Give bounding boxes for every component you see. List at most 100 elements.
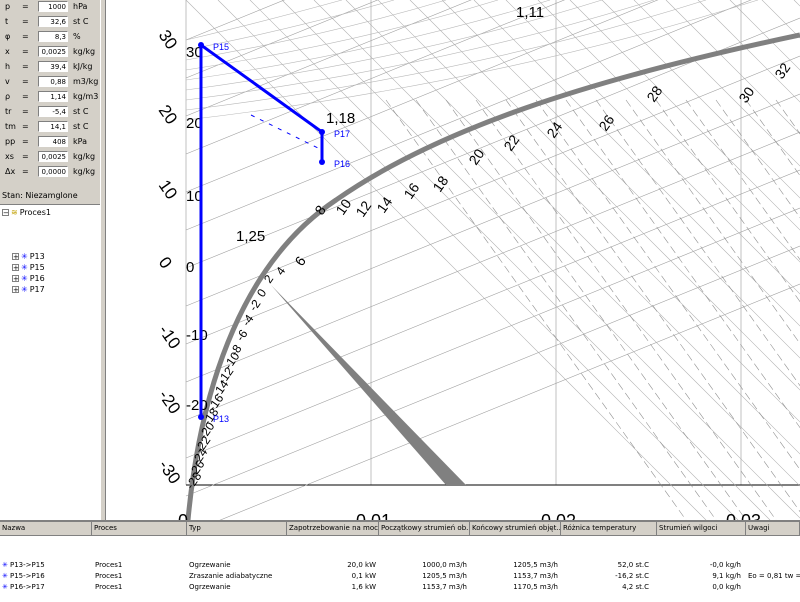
point-label: P16: [334, 159, 350, 169]
y-axis-tick-label: 0: [155, 253, 176, 272]
param-row-p: p = 1000 hPa: [0, 0, 100, 15]
equals-sign: =: [22, 47, 29, 56]
param-unit: %: [73, 32, 81, 41]
enthalpy-label: 20: [465, 146, 487, 168]
x-axis-tick-label: 0,02: [541, 511, 576, 520]
saturation-moisture-field[interactable]: 0,0025: [38, 151, 68, 162]
collapse-icon[interactable]: −: [2, 209, 9, 217]
expand-icon[interactable]: +: [12, 275, 19, 283]
y-axis-tick-label: -30: [155, 456, 185, 487]
point-marker: [198, 414, 204, 420]
specific-volume-field[interactable]: 0,88: [38, 76, 68, 87]
table-row[interactable]: ✳ P15->P16 Proces1 Zraszanie adiabatyczn…: [0, 571, 800, 582]
table-row[interactable]: ✳ P13->P15 Proces1 Ogrzewanie 20,0 kW 10…: [0, 560, 800, 571]
param-unit: kJ/kg: [73, 62, 93, 71]
y-inner-tick-label: 0: [186, 259, 194, 276]
equals-sign: =: [22, 122, 29, 131]
temperature-field[interactable]: 32,6: [38, 16, 68, 27]
pressure-spinbox[interactable]: 1000: [38, 1, 68, 12]
equals-sign: =: [22, 2, 29, 11]
tree-item-label: P15: [29, 263, 45, 272]
process-tree[interactable]: − ≋ Proces1 + ✳ P13 + ✳ P15 + ✳ P16 + ✳ P17: [0, 204, 100, 521]
param-row-rho: ρ = 1,14 kg/m3: [0, 90, 100, 105]
humidity-field[interactable]: 8,3: [38, 31, 68, 42]
param-row-v: v = 0,88 m3/kg: [0, 75, 100, 90]
param-row-phi: φ = 8,3 %: [0, 30, 100, 45]
column-header-poczatkowy[interactable]: Początkowy strumień ob...: [379, 522, 470, 536]
column-header-typ[interactable]: Typ: [187, 522, 287, 536]
param-unit: st C: [73, 122, 89, 131]
cell-koncowy: 1153,7 m3/h: [513, 572, 558, 580]
column-header-nazwa[interactable]: Nazwa: [0, 522, 92, 536]
expand-icon[interactable]: +: [12, 264, 19, 272]
cell-typ: Zraszanie adiabatyczne: [189, 572, 273, 580]
wet-bulb-line: [595, 99, 800, 387]
cell-wilgoc: -0,0 kg/h: [709, 561, 741, 569]
y-axis-tick-label: 20: [155, 101, 181, 127]
partial-pressure-field[interactable]: 408: [38, 136, 68, 147]
column-header-uwagi[interactable]: Uwagi: [746, 522, 800, 536]
enthalpy-label: 6: [291, 253, 309, 269]
param-symbol: x: [5, 47, 10, 56]
isotherm-line: [185, 0, 379, 79]
tree-item-p17[interactable]: + ✳ P17: [12, 285, 45, 294]
density-label: 1,18: [326, 110, 355, 127]
point-label: P13: [213, 414, 229, 424]
expand-icon[interactable]: +: [12, 253, 19, 261]
param-unit: m3/kg: [73, 77, 99, 86]
point-marker: [198, 42, 204, 48]
column-header-proces[interactable]: Proces: [92, 522, 187, 536]
column-header-moc[interactable]: Zapotrzebowanie na moc: [287, 522, 379, 536]
y-axis-tick-label: -20: [155, 386, 185, 417]
cell-poczatkowy: 1205,5 m3/h: [422, 572, 467, 580]
humidity-curve: [185, 0, 707, 111]
column-header-wilgoc[interactable]: Strumień wilgoci: [657, 522, 746, 536]
column-header-roznica[interactable]: Różnica temperatury: [561, 522, 657, 536]
tree-root-proces1[interactable]: − ≋ Proces1: [2, 208, 51, 217]
param-row-pp: pp = 408 kPa: [0, 135, 100, 150]
wet-bulb-line: [775, 99, 800, 135]
tree-item-p13[interactable]: + ✳ P13: [12, 252, 45, 261]
enthalpy-line: [473, 0, 800, 327]
enthalpy-label: 22: [500, 132, 522, 154]
equals-sign: =: [22, 107, 29, 116]
enthalpy-label: 30: [735, 84, 757, 106]
point-star-icon: ✳: [21, 252, 28, 261]
dew-point-field[interactable]: -5,4: [38, 106, 68, 117]
point-star-icon: ✳: [21, 285, 28, 294]
table-row[interactable]: ✳ P16->P17 Proces1 Ogrzewanie 1,6 kW 115…: [0, 582, 800, 593]
density-field[interactable]: 1,14: [38, 91, 68, 102]
point-star-icon: ✳: [21, 263, 28, 272]
cell-wilgoc: 9,1 kg/h: [712, 572, 741, 580]
cell-proces: Proces1: [95, 583, 123, 591]
param-row-t: t = 32,6 st C: [0, 15, 100, 30]
expand-icon[interactable]: +: [12, 286, 19, 294]
cell-nazwa: P16->P17: [10, 583, 45, 591]
tree-item-p15[interactable]: + ✳ P15: [12, 263, 45, 272]
mollier-chart[interactable]: 32 30 28 26 24 22 20 18 16 14 12 10 8 6 4 2 0 -2 -4 -6 -8 -10…: [106, 0, 800, 520]
point-marker: [319, 129, 325, 135]
humidity-curve: [185, 0, 551, 81]
density-label: 1,25: [236, 228, 265, 245]
mollier-diagram-svg[interactable]: 32302826242220181614121086420-2-4-6-8-10…: [106, 0, 800, 520]
isotherm-line: [185, 245, 800, 497]
cell-moc: 0,1 kW: [351, 572, 376, 580]
tree-item-label: P17: [29, 285, 45, 294]
x-axis-tick-label: 0,01: [356, 511, 391, 520]
moisture-delta-field[interactable]: 0,0000: [38, 166, 68, 177]
wet-bulb-field[interactable]: 14,1: [38, 121, 68, 132]
column-header-koncowy[interactable]: Końcowy strumień objęt...: [470, 522, 561, 536]
enthalpy-line: [377, 0, 800, 423]
enthalpy-label: 26: [595, 112, 617, 134]
enthalpy-line: [281, 0, 800, 519]
tree-item-p16[interactable]: + ✳ P16: [12, 274, 45, 283]
param-symbol: p: [5, 2, 11, 11]
x-axis-tick-label: 0: [178, 511, 188, 520]
param-unit: st C: [73, 17, 89, 26]
cell-roznica: 4,2 st.C: [622, 583, 649, 591]
equals-sign: =: [22, 32, 29, 41]
enthalpy-field[interactable]: 39,4: [38, 61, 68, 72]
param-unit: kg/kg: [73, 47, 96, 56]
cell-proces: Proces1: [95, 561, 123, 569]
moisture-content-field[interactable]: 0,0025: [38, 46, 68, 57]
